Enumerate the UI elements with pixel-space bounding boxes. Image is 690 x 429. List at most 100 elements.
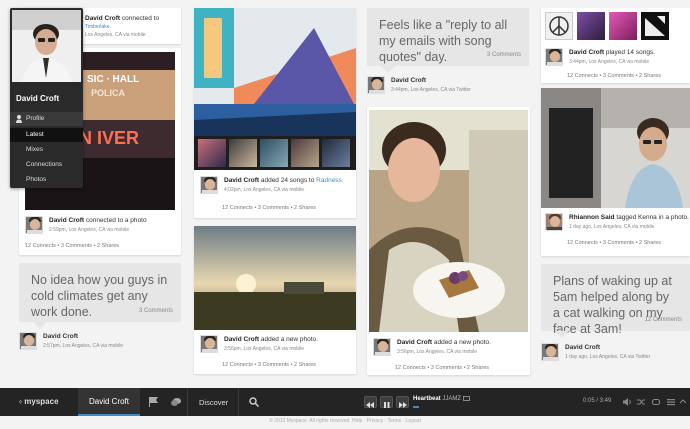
previous-button[interactable] bbox=[364, 396, 377, 408]
shuffle-icon[interactable] bbox=[636, 397, 646, 407]
footer: © 2012 Myspace. All rights reserved. Hel… bbox=[269, 418, 421, 424]
feed-meta: Rhiannon Said tagged Kenna in a photo. 1… bbox=[545, 213, 690, 235]
feed-card-new-photo: David Croft added a new photo. 3:56pm, L… bbox=[367, 107, 530, 375]
feed-meta: David Croft played 14 songs. 3:44pm, Los… bbox=[545, 48, 690, 70]
feed-stats[interactable]: 12 Connects • 3 Comments • 2 Shares bbox=[25, 243, 119, 249]
repeat-icon[interactable] bbox=[651, 397, 661, 407]
avatar[interactable] bbox=[200, 176, 218, 194]
man-with-cake-image bbox=[369, 110, 528, 332]
feed-stats[interactable]: 12 Connects • 3 Comments • 2 Shares bbox=[567, 73, 661, 79]
feed-card-new-photo: David Croft added a new photo. 3:56pm, L… bbox=[194, 226, 356, 374]
quote-comments[interactable]: 3 Comments bbox=[139, 303, 173, 319]
search-icon[interactable] bbox=[249, 397, 259, 407]
feed-photo[interactable] bbox=[369, 110, 528, 332]
author-name[interactable]: David Croft bbox=[391, 77, 426, 84]
thumbnail[interactable] bbox=[322, 139, 350, 167]
album-art[interactable] bbox=[577, 12, 605, 40]
avatar[interactable] bbox=[19, 332, 37, 350]
feed-stats[interactable]: 12 Connects • 3 Comments • 2 Shares bbox=[395, 365, 489, 371]
menu-item-photos[interactable]: Photos bbox=[10, 173, 83, 187]
author-name[interactable]: David Croft bbox=[49, 217, 84, 224]
avatar[interactable] bbox=[25, 216, 43, 234]
myspace-logo[interactable]: ⁘ myspace bbox=[18, 397, 59, 406]
avatar[interactable] bbox=[373, 338, 391, 356]
feed-photo[interactable] bbox=[194, 8, 356, 136]
feed-subtext: 2:59pm, Los Angeles, CA via mobile bbox=[49, 227, 130, 233]
pause-button[interactable] bbox=[380, 396, 393, 408]
thumbnail-strip bbox=[194, 136, 356, 170]
album-art[interactable] bbox=[641, 12, 669, 40]
author-name[interactable]: David Croft bbox=[397, 339, 432, 346]
feed-subtext: 1 day ago, Los Angeles, CA via Twitter bbox=[565, 354, 651, 360]
pause-icon bbox=[384, 402, 390, 408]
feed-subtext: 3:44pm, Los Angeles, CA via mobile bbox=[569, 59, 650, 65]
author-name[interactable]: David Croft bbox=[224, 336, 259, 343]
chat-icon[interactable] bbox=[171, 397, 181, 407]
status-quote: Plans of waking up at 5am helped along b… bbox=[541, 264, 690, 338]
avatar[interactable] bbox=[200, 335, 218, 353]
progress-bar[interactable] bbox=[413, 406, 419, 408]
action-text: added a new photo. bbox=[433, 339, 491, 346]
profile-photo[interactable] bbox=[12, 10, 81, 82]
feed-meta: David Croft added a new photo. 3:56pm, L… bbox=[373, 338, 530, 360]
user-tab[interactable]: David Croft bbox=[78, 388, 140, 416]
bottom-bar: ⁘ myspace David Croft Discover Heartbeat… bbox=[0, 388, 690, 416]
feed-meta: David Croft 3:44pm, Los Angeles, CA via … bbox=[367, 76, 529, 98]
author-name[interactable]: Rhiannon Said bbox=[569, 214, 615, 221]
quote-comments[interactable]: 3 Comments bbox=[487, 47, 521, 63]
feed-subtext: 3:56pm, Los Angeles, CA via mobile bbox=[397, 349, 478, 355]
menu-item-latest[interactable]: Latest bbox=[10, 128, 83, 142]
track-title[interactable]: Heartbeat bbox=[413, 396, 441, 402]
queue-icon[interactable] bbox=[666, 397, 676, 407]
next-button[interactable] bbox=[396, 396, 409, 408]
volume-icon[interactable] bbox=[622, 397, 632, 407]
feed-meta: David Croft connected to Timberlake. Los… bbox=[85, 14, 179, 38]
track-time: 0:05 / 3:49 bbox=[583, 398, 612, 404]
profile-name[interactable]: David Croft bbox=[16, 94, 59, 103]
sunset-field-image bbox=[194, 226, 356, 330]
thumbnail[interactable] bbox=[198, 139, 226, 167]
thumbnail[interactable] bbox=[260, 139, 288, 167]
menu-item-connections[interactable]: Connections bbox=[10, 158, 83, 172]
action-text: added 24 songs to bbox=[260, 177, 315, 184]
album-art[interactable] bbox=[545, 12, 573, 40]
discover-link[interactable]: Discover bbox=[199, 398, 228, 407]
action-text: played 14 songs. bbox=[605, 49, 655, 56]
author-name[interactable]: David Croft bbox=[565, 344, 600, 351]
avatar[interactable] bbox=[367, 76, 385, 94]
menu-item-profile[interactable]: Profile bbox=[10, 112, 83, 126]
author-name[interactable]: David Croft bbox=[569, 49, 604, 56]
feed-meta: David Croft connected to a photo 2:59pm,… bbox=[25, 216, 181, 238]
peace-sign-icon bbox=[549, 16, 569, 36]
avatar[interactable] bbox=[541, 343, 559, 361]
collapse-icon[interactable] bbox=[679, 397, 687, 407]
avatar[interactable] bbox=[545, 213, 563, 231]
action-text: connected to bbox=[121, 15, 160, 22]
feed-subtext: 1 day ago, Los Angeles, CA via mobile bbox=[569, 224, 655, 230]
feed-stats[interactable]: 12 Connects • 3 Comments • 2 Shares bbox=[567, 240, 661, 246]
feed-photo[interactable] bbox=[194, 226, 356, 330]
thumbnail[interactable] bbox=[229, 139, 257, 167]
quote-comments[interactable]: 12 Comments bbox=[645, 312, 682, 328]
feed-meta: David Croft added 24 songs to Radness. 4… bbox=[200, 176, 356, 198]
feed-photo[interactable] bbox=[541, 88, 690, 208]
profile-panel: David Croft Profile Latest Mixes Connect… bbox=[10, 8, 83, 188]
author-name[interactable]: David Croft bbox=[224, 177, 259, 184]
author-name[interactable]: David Croft bbox=[85, 15, 120, 22]
feed-stats[interactable]: 12 Connects • 3 Comments • 2 Shares bbox=[222, 205, 316, 211]
feed-subtext: Los Angeles, CA via mobile bbox=[85, 32, 146, 38]
thumbnail[interactable] bbox=[291, 139, 319, 167]
feed-link[interactable]: Timberlake. bbox=[85, 24, 111, 30]
divider bbox=[187, 388, 188, 416]
mural-image bbox=[194, 8, 356, 136]
track-info-icon[interactable] bbox=[462, 396, 470, 401]
menu-item-mixes[interactable]: Mixes bbox=[10, 143, 83, 157]
track-artist[interactable]: JJAMZ bbox=[442, 396, 461, 402]
flag-icon[interactable] bbox=[149, 397, 158, 407]
feed-stats[interactable]: 12 Connects • 3 Comments • 2 Shares bbox=[222, 362, 316, 368]
album-art[interactable] bbox=[609, 12, 637, 40]
author-name[interactable]: David Croft bbox=[43, 333, 78, 340]
playlist-link[interactable]: Radness. bbox=[316, 177, 343, 184]
feed-subtext: 3:56pm, Los Angeles, CA via mobile bbox=[224, 346, 305, 352]
avatar[interactable] bbox=[545, 48, 563, 66]
